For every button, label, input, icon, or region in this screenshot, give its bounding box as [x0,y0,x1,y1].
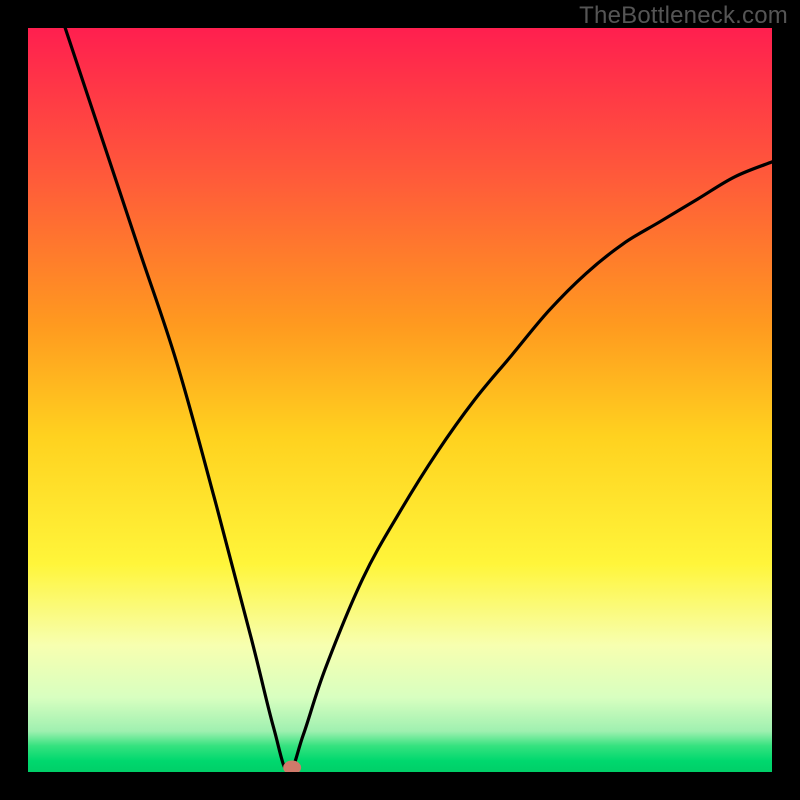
bottleneck-chart [0,0,800,800]
watermark-text: TheBottleneck.com [579,2,788,30]
plot-background [28,28,772,772]
chart-container: TheBottleneck.com [0,0,800,800]
